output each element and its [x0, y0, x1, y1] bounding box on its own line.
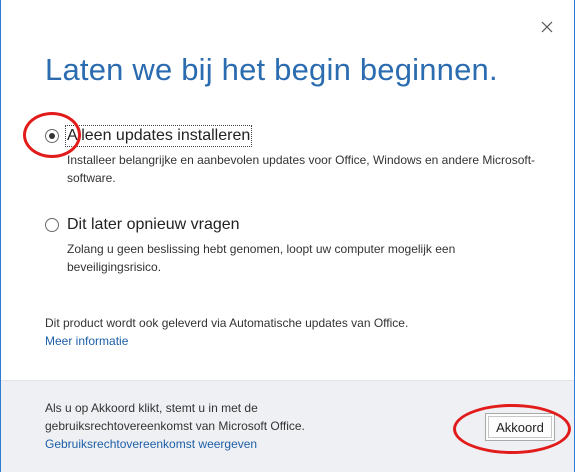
more-info-link[interactable]: Meer informatie — [45, 332, 535, 350]
option-label[interactable]: Alleen updates installeren — [64, 125, 253, 147]
option-description: Installeer belangrijke en aanbevolen upd… — [67, 153, 536, 185]
auto-update-note: Dit product wordt ook geleverd via Autom… — [45, 314, 535, 350]
note-text: Dit product wordt ook geleverd via Autom… — [45, 316, 409, 330]
accept-button-label: Akkoord — [496, 419, 544, 435]
footer-text-block: Als u op Akkoord klikt, stemt u in met d… — [45, 399, 365, 453]
close-button[interactable] — [538, 18, 556, 36]
license-link[interactable]: Gebruiksrechtovereenkomst weergeven — [45, 435, 365, 453]
radio-install-updates[interactable]: Alleen updates installeren — [45, 125, 537, 147]
option-label[interactable]: Dit later opnieuw vragen — [67, 216, 240, 234]
option-install-updates: Alleen updates installeren Installeer be… — [45, 125, 537, 187]
dialog-title: Laten we bij het begin beginnen. — [45, 52, 498, 87]
license-consent-text: Als u op Akkoord klikt, stemt u in met d… — [45, 401, 305, 433]
dialog-footer: Als u op Akkoord klikt, stemt u in met d… — [1, 380, 574, 472]
radio-button-checked[interactable] — [45, 129, 59, 143]
radio-ask-later[interactable]: Dit later opnieuw vragen — [45, 216, 537, 234]
close-icon — [541, 21, 553, 33]
radio-button-unchecked[interactable] — [45, 218, 59, 232]
option-description: Zolang u geen beslissing hebt genomen, l… — [67, 242, 456, 274]
updates-dialog: Laten we bij het begin beginnen. Alleen … — [0, 0, 575, 472]
option-ask-later: Dit later opnieuw vragen Zolang u geen b… — [45, 216, 537, 276]
accept-button[interactable]: Akkoord — [485, 413, 555, 441]
